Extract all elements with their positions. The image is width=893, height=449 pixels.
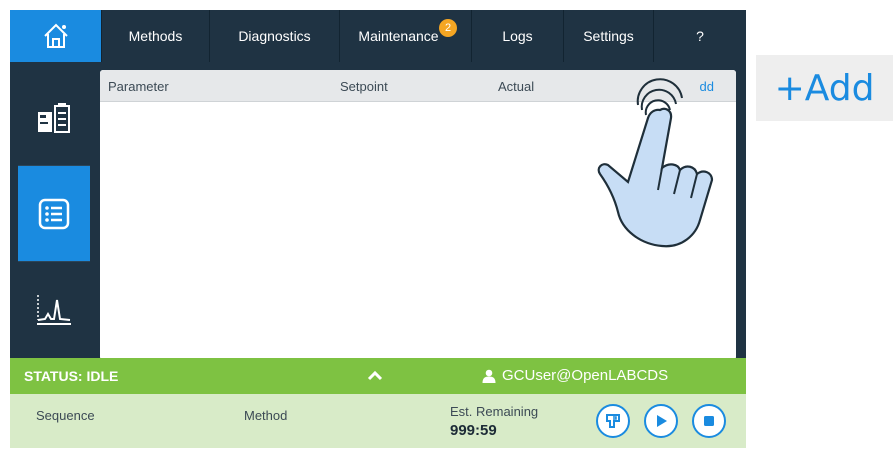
start-run-button[interactable]: [644, 404, 678, 438]
prep-run-button[interactable]: [596, 404, 630, 438]
table-header: Parameter Setpoint Actual dd: [100, 70, 736, 102]
status-text: STATUS: IDLE: [24, 368, 119, 384]
add-button[interactable]: dd: [700, 79, 714, 94]
stop-run-button[interactable]: [692, 404, 726, 438]
tab-settings[interactable]: Settings: [564, 10, 654, 62]
tab-maintenance-label: Maintenance: [358, 28, 439, 44]
tab-diagnostics[interactable]: Diagnostics: [210, 10, 340, 62]
tab-help[interactable]: ?: [654, 10, 746, 62]
method-label: Method: [244, 408, 288, 423]
rail-item-instrument[interactable]: [18, 70, 90, 166]
column-actual: Actual: [498, 79, 535, 94]
home-button[interactable]: [10, 10, 102, 62]
tab-diagnostics-label: Diagnostics: [238, 28, 311, 44]
maintenance-badge: 2: [439, 19, 457, 37]
rail-item-chromatogram[interactable]: [18, 262, 90, 358]
tab-maintenance[interactable]: Maintenance 2: [340, 10, 472, 62]
chromatogram-icon: [37, 295, 71, 325]
status-bar: STATUS: IDLE GCUser@OpenLABCDS: [10, 358, 746, 394]
stop-icon: [704, 416, 714, 426]
sequence-label: Sequence: [36, 408, 95, 423]
user-name: GCUser@OpenLABCDS: [502, 367, 669, 384]
home-icon: [43, 23, 68, 48]
tab-logs-label: Logs: [502, 28, 533, 44]
top-navigation: Methods Diagnostics Maintenance 2 Logs S…: [10, 10, 746, 62]
chevron-up-icon: [367, 370, 383, 381]
parameter-table: Parameter Setpoint Actual dd: [100, 70, 736, 360]
user-info: GCUser@OpenLABCDS: [482, 367, 668, 384]
side-rail: [18, 70, 90, 360]
user-icon: [482, 369, 496, 383]
table-body: [100, 102, 736, 360]
tab-help-label: ?: [696, 28, 704, 44]
tab-methods[interactable]: Methods: [102, 10, 210, 62]
instrument-icon: [38, 102, 70, 133]
expand-toggle[interactable]: [364, 364, 386, 386]
add-callout: +Add: [756, 55, 893, 121]
column-parameter: Parameter: [108, 79, 169, 94]
add-callout-label: +Add: [774, 67, 875, 109]
play-icon: [657, 415, 667, 427]
rail-item-list[interactable]: [18, 166, 90, 262]
tab-methods-label: Methods: [128, 28, 183, 44]
list-icon: [38, 198, 70, 229]
remaining-label: Est. Remaining: [450, 404, 539, 419]
tab-settings-label: Settings: [583, 28, 634, 44]
device-screen: Methods Diagnostics Maintenance 2 Logs S…: [10, 10, 746, 448]
prep-run-icon: [606, 414, 620, 428]
remaining-value: 999:59: [450, 422, 497, 439]
column-setpoint: Setpoint: [340, 79, 388, 94]
tab-logs[interactable]: Logs: [472, 10, 564, 62]
run-info-bar: Sequence Method Est. Remaining 999:59: [10, 394, 746, 448]
